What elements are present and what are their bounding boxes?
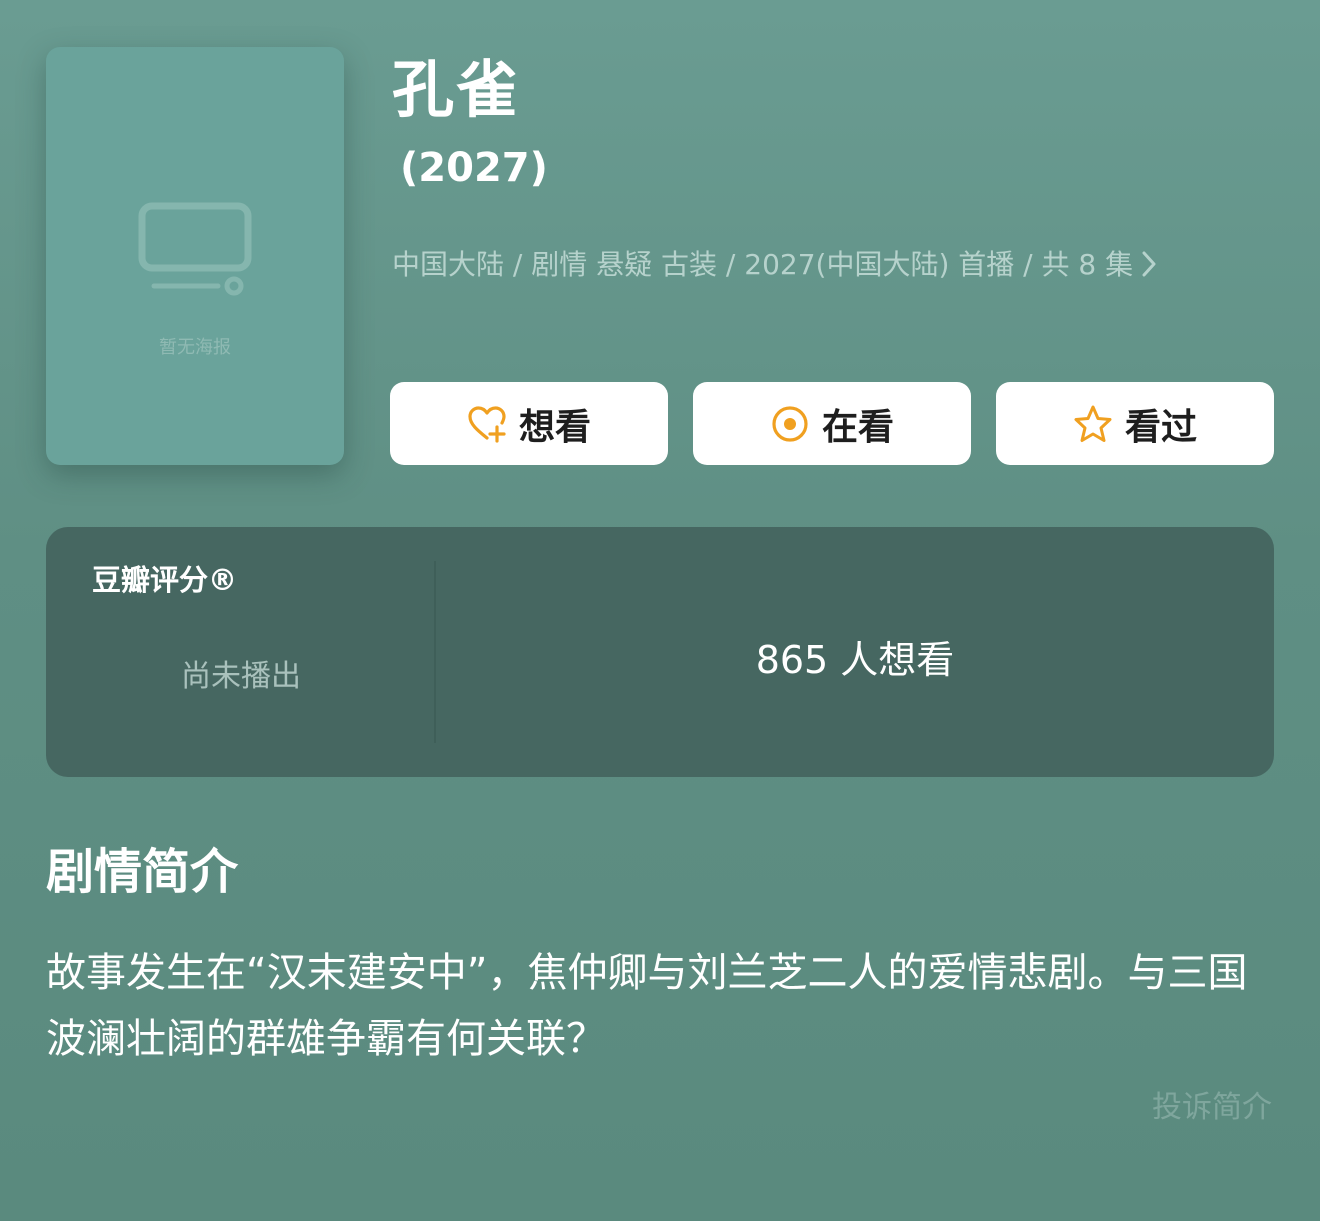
douban-rating-label: 豆瓣评分® [92, 563, 238, 597]
watching-button[interactable]: 在看 [693, 382, 971, 465]
show-year: (2027) [400, 145, 548, 191]
rating-card: 豆瓣评分® 尚未播出 865 人想看 [46, 527, 1274, 777]
target-circle-icon [770, 404, 810, 444]
watched-label: 看过 [1124, 406, 1197, 448]
tv-icon [138, 202, 252, 302]
want-count[interactable]: 865 人想看 [436, 629, 1274, 684]
show-meta-link[interactable]: 中国大陆 / 剧情 悬疑 古装 / 2027(中国大陆) 首播 / 共 8 集 [392, 244, 1157, 290]
want-to-watch-label: 想看 [518, 406, 591, 448]
heart-plus-icon [467, 404, 507, 444]
report-synopsis-link[interactable]: 投诉简介 [1152, 1082, 1272, 1126]
poster-placeholder-text: 暂无海报 [159, 337, 231, 358]
synopsis-title: 剧情简介 [46, 844, 239, 900]
watching-label: 在看 [821, 406, 894, 448]
star-outline-icon [1073, 404, 1113, 444]
show-title: 孔雀 [392, 53, 521, 126]
chevron-right-icon [1141, 248, 1157, 290]
poster-placeholder[interactable]: 暂无海报 [46, 47, 344, 465]
watched-button[interactable]: 看过 [996, 382, 1274, 465]
synopsis-text: 故事发生在“汉末建安中”，焦仲卿与刘兰芝二人的爱情悲剧。与三国波澜壮阔的群雄争霸… [46, 950, 1248, 1062]
show-meta-text: 中国大陆 / 剧情 悬疑 古装 / 2027(中国大陆) 首播 / 共 8 集 [392, 248, 1134, 281]
want-to-watch-button[interactable]: 想看 [390, 382, 668, 465]
rating-status: 尚未播出 [181, 659, 301, 694]
